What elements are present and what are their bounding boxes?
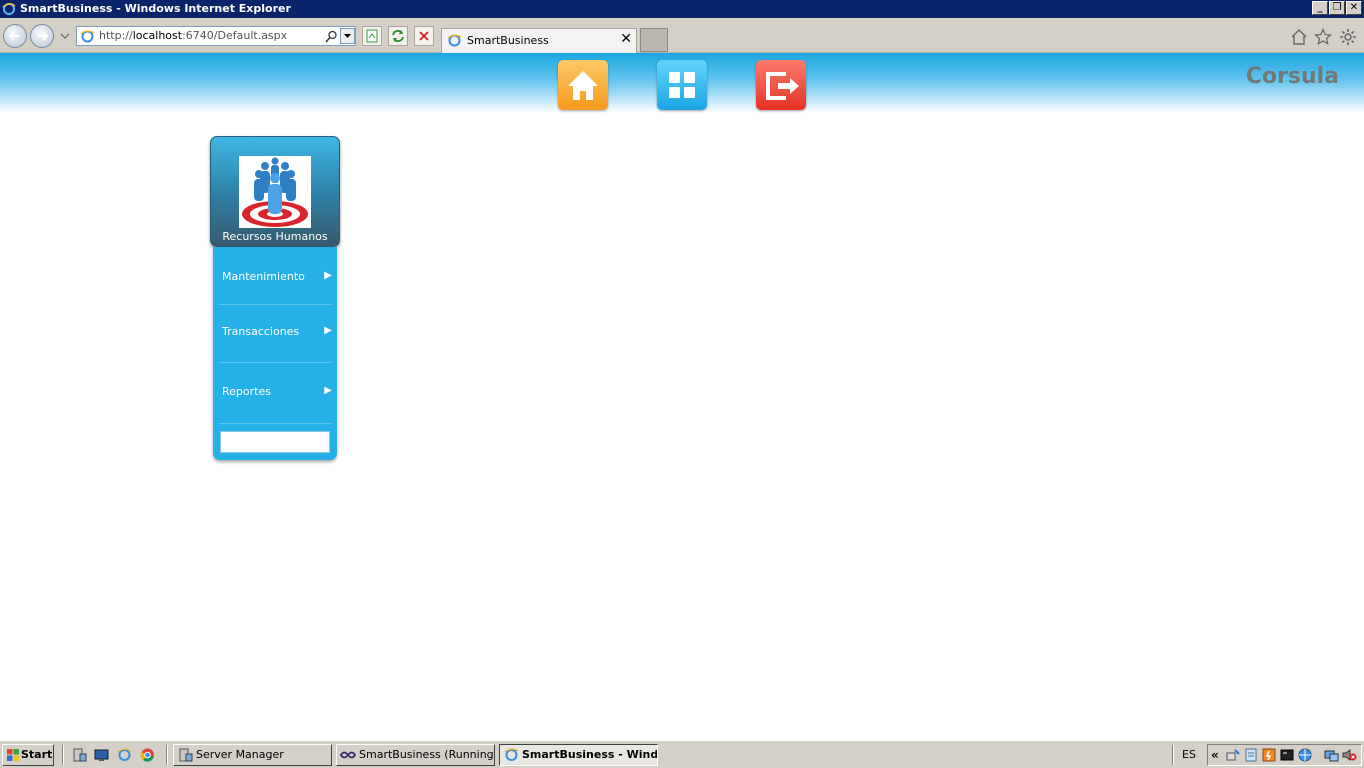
- task-label: SmartBusiness - Wind...: [522, 748, 658, 761]
- tray-expand-chevron-icon[interactable]: «: [1211, 748, 1219, 762]
- menu-search-input[interactable]: [220, 431, 330, 453]
- house-icon: [568, 71, 598, 100]
- new-tab-button[interactable]: [640, 28, 668, 52]
- language-indicator[interactable]: ES: [1182, 748, 1196, 761]
- forward-arrow-icon: [38, 31, 49, 41]
- module-menu-body: Mantenimiento ▶ Transacciones ▶ Reportes…: [213, 247, 337, 460]
- window-title-bar: SmartBusiness - Windows Internet Explore…: [0, 0, 1364, 18]
- taskbar-divider: [166, 745, 168, 765]
- chevron-right-icon: ▶: [324, 385, 332, 396]
- internet-explorer-icon: [2, 3, 16, 15]
- task-label: SmartBusiness (Running)...: [359, 748, 495, 761]
- menu-item-label: Mantenimiento: [222, 270, 305, 283]
- visual-studio-icon: [340, 751, 356, 759]
- address-url: http://localhost:6740/Default.aspx: [99, 29, 288, 42]
- start-button[interactable]: Start: [2, 744, 54, 766]
- task-label: Server Manager: [196, 748, 284, 761]
- logout-icon: [766, 72, 799, 100]
- globe-tray-icon[interactable]: [1298, 748, 1312, 762]
- compatibility-view-button[interactable]: [362, 26, 382, 46]
- network-connection-tray-icon[interactable]: [1324, 748, 1339, 762]
- compatibility-icon: [366, 29, 378, 43]
- module-menu: Recursos Humanos Mantenimiento ▶ Transac…: [210, 136, 340, 462]
- stop-button[interactable]: [414, 26, 434, 46]
- start-label: Start: [21, 748, 53, 761]
- back-button[interactable]: [3, 24, 27, 48]
- server-manager-quicklaunch-icon[interactable]: [72, 748, 87, 762]
- human-resources-icon: [242, 157, 308, 227]
- chevron-right-icon: ▶: [324, 325, 332, 336]
- module-title: Recursos Humanos: [222, 230, 328, 243]
- stop-icon: [419, 31, 429, 41]
- console-tray-icon[interactable]: [1280, 748, 1294, 762]
- alert-tray-icon[interactable]: [1262, 748, 1276, 762]
- network-tray-icon[interactable]: [1226, 748, 1240, 762]
- chevron-down-icon: [344, 34, 351, 38]
- system-tray: «: [1207, 744, 1362, 766]
- forward-button[interactable]: [30, 24, 54, 48]
- favorites-star-icon[interactable]: [1314, 28, 1332, 46]
- recent-pages-dropdown-icon[interactable]: [60, 32, 70, 40]
- refresh-icon: [392, 30, 404, 42]
- app-header: Corsula: [0, 53, 1364, 113]
- restore-button[interactable]: ❐: [1329, 1, 1345, 15]
- back-arrow-icon: [8, 31, 19, 41]
- settings-gear-icon[interactable]: [1339, 28, 1357, 46]
- menu-divider: [219, 304, 331, 305]
- address-dropdown-button[interactable]: [340, 28, 355, 44]
- internet-explorer-quicklaunch-icon[interactable]: [117, 748, 132, 762]
- home-tile-button[interactable]: [558, 60, 608, 110]
- task-visual-studio[interactable]: SmartBusiness (Running)...: [336, 744, 495, 766]
- chevron-right-icon: ▶: [324, 270, 332, 281]
- show-desktop-icon[interactable]: [94, 748, 109, 762]
- close-window-button[interactable]: ✕: [1346, 1, 1362, 15]
- menu-item-label: Transacciones: [222, 325, 300, 338]
- chrome-quicklaunch-icon[interactable]: [140, 748, 155, 762]
- browser-tab[interactable]: SmartBusiness ✕: [441, 28, 637, 53]
- module-image: [239, 156, 311, 228]
- menu-divider: [219, 362, 331, 363]
- volume-muted-tray-icon[interactable]: [1342, 748, 1357, 762]
- minimize-button[interactable]: _: [1312, 1, 1328, 15]
- notes-tray-icon[interactable]: [1244, 748, 1258, 762]
- module-header[interactable]: Recursos Humanos: [210, 136, 340, 247]
- menu-divider: [219, 423, 331, 424]
- grid-icon: [669, 72, 695, 98]
- task-internet-explorer[interactable]: SmartBusiness - Wind...: [499, 744, 658, 766]
- logout-tile-button[interactable]: [756, 60, 806, 110]
- menu-item-label: Reportes: [222, 385, 271, 398]
- address-bar[interactable]: http://localhost:6740/Default.aspx: [76, 26, 356, 46]
- server-manager-icon: [179, 748, 193, 762]
- taskbar-divider: [1172, 745, 1174, 765]
- tab-title: SmartBusiness: [467, 34, 549, 47]
- tab-close-button[interactable]: ✕: [620, 31, 632, 47]
- home-icon[interactable]: [1290, 28, 1308, 46]
- task-server-manager[interactable]: Server Manager: [173, 744, 332, 766]
- modules-tile-button[interactable]: [657, 60, 707, 110]
- window-title: SmartBusiness - Windows Internet Explore…: [20, 2, 291, 15]
- browser-toolbar: http://localhost:6740/Default.aspx Smart…: [0, 18, 1364, 53]
- windows-logo-icon: [7, 749, 19, 761]
- search-icon[interactable]: [325, 30, 338, 43]
- refresh-button[interactable]: [388, 26, 408, 46]
- tab-ie-icon: [447, 34, 462, 47]
- internet-explorer-task-icon: [504, 748, 519, 761]
- taskbar: Start Server Manager SmartBusiness (Runn…: [0, 740, 1364, 768]
- page-ie-icon: [80, 30, 95, 43]
- brand-name: Corsula: [1245, 64, 1339, 89]
- taskbar-divider: [62, 745, 64, 765]
